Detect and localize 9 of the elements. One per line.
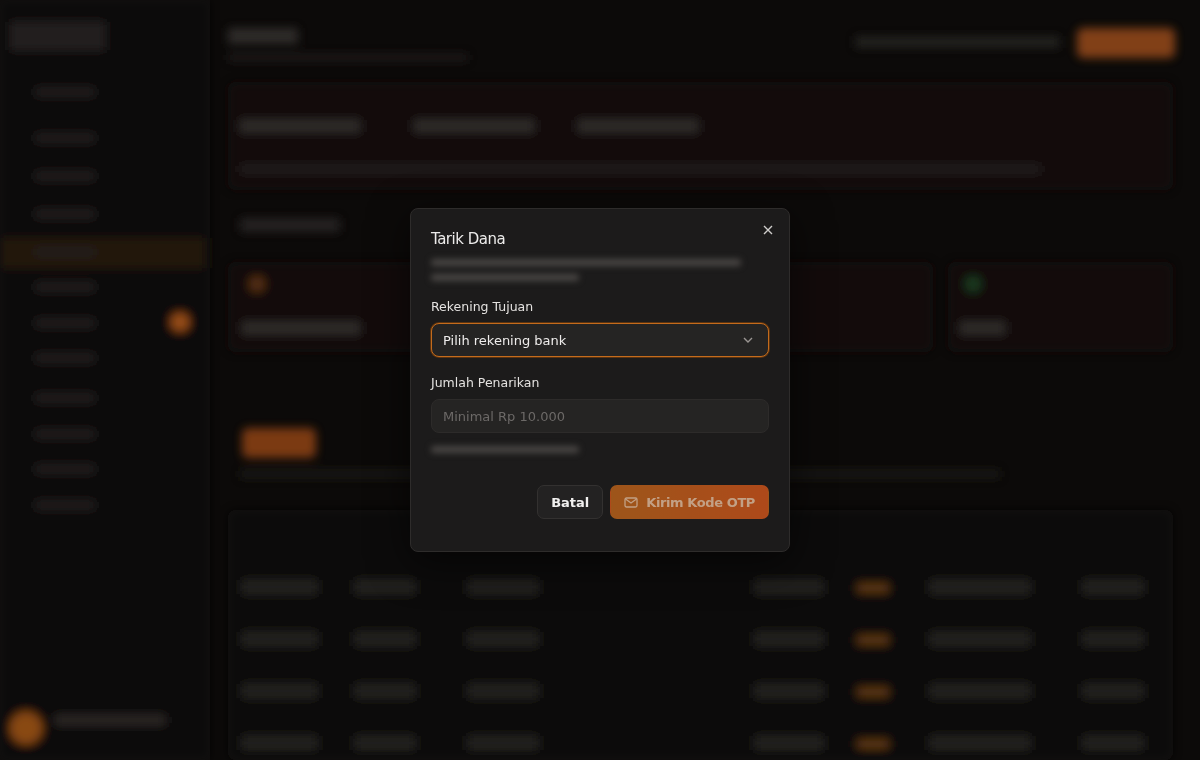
amount-field[interactable]: Minimal Rp 10.000 bbox=[431, 399, 769, 433]
field-label: Rekening Tujuan bbox=[431, 299, 535, 314]
cancel-button[interactable]: Batal bbox=[537, 485, 604, 519]
chevron-down-icon bbox=[742, 336, 754, 344]
dialog-title: Tarik Dana bbox=[431, 230, 506, 248]
field-label: Jumlah Penarikan bbox=[431, 375, 541, 390]
mail-icon bbox=[624, 496, 639, 508]
bank-select[interactable]: Pilih rekening bank bbox=[431, 323, 769, 357]
close-icon[interactable] bbox=[761, 223, 775, 237]
